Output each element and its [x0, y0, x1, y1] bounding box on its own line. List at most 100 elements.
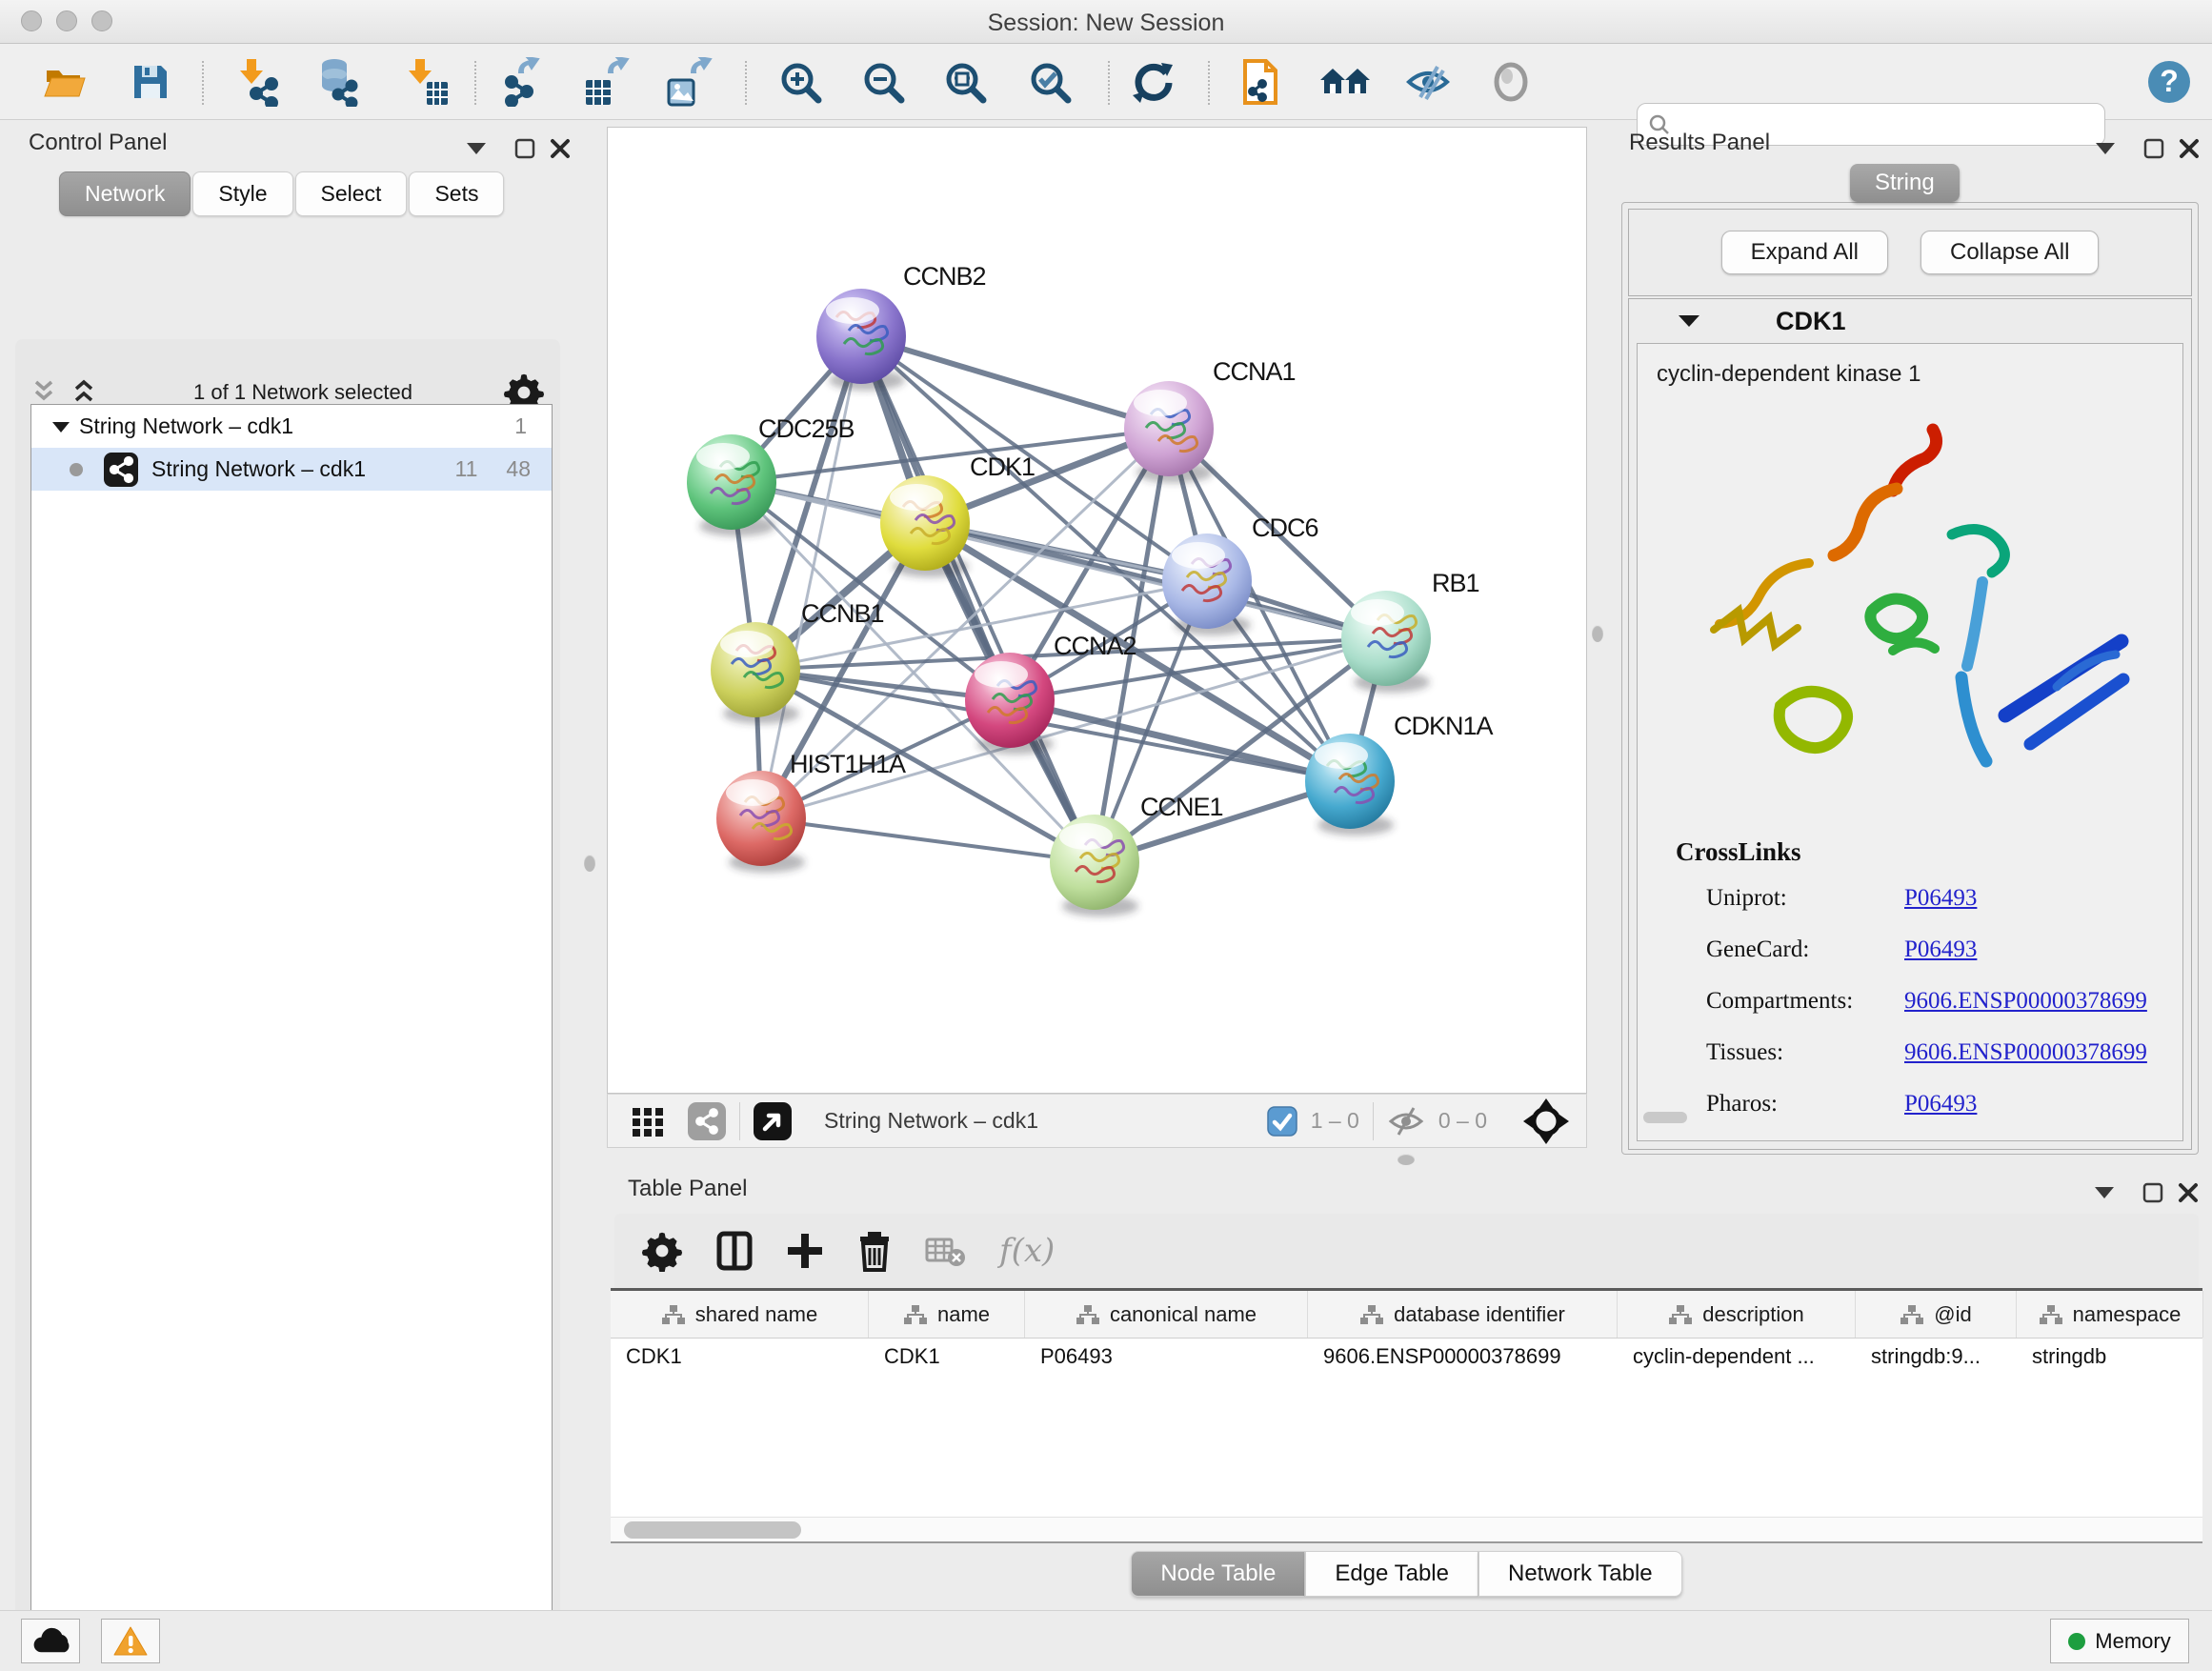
cloud-status-button[interactable]: [21, 1619, 80, 1663]
column-header-shared-name[interactable]: shared name: [611, 1291, 869, 1338]
table-cell[interactable]: 9606.ENSP00000378699: [1308, 1339, 1618, 1377]
zoom-out-button[interactable]: [855, 51, 911, 112]
expand-all-button[interactable]: Expand All: [1721, 231, 1888, 274]
column-header-canonical-name[interactable]: canonical name: [1025, 1291, 1308, 1338]
tab-sets[interactable]: Sets: [409, 171, 504, 216]
table-options-gear-icon[interactable]: [641, 1230, 683, 1272]
column-header--id[interactable]: @id: [1856, 1291, 2017, 1338]
left-splitter-handle[interactable]: [584, 855, 595, 872]
zoom-selected-button[interactable]: [1022, 51, 1077, 112]
edge-CCNB2-CCNE1[interactable]: [861, 336, 1095, 862]
export-image-button[interactable]: [662, 51, 717, 112]
expand-all-icon[interactable]: [70, 378, 103, 407]
show-all-button[interactable]: [1483, 51, 1538, 112]
section-gene-name: CDK1: [1776, 307, 1846, 336]
node-HIST1H1A[interactable]: HIST1H1A: [716, 750, 906, 873]
network-collection-row[interactable]: String Network – cdk1 1: [31, 405, 552, 448]
cdk1-section-header[interactable]: CDK1: [1629, 299, 2191, 343]
node-CCNA1[interactable]: CCNA1: [1124, 357, 1296, 483]
column-header-name[interactable]: name: [869, 1291, 1025, 1338]
crosslink-row: Compartments:9606.ENSP00000378699: [1706, 988, 2163, 1015]
section-expander-icon[interactable]: [1661, 311, 1719, 332]
table-cell[interactable]: stringdb:9...: [1856, 1339, 2017, 1377]
control-panel: Control Panel NetworkStyleSelectSets 1 o…: [10, 122, 567, 1587]
crosslink-link[interactable]: P06493: [1904, 885, 1977, 911]
tab-network-table[interactable]: Network Table: [1478, 1551, 1682, 1597]
zoom-fit-button[interactable]: [937, 51, 993, 112]
toolbar-separator: [1108, 61, 1110, 105]
zoom-out-icon: [858, 57, 908, 107]
column-header-description[interactable]: description: [1618, 1291, 1856, 1338]
hide-selected-button[interactable]: [1400, 51, 1456, 112]
crosslink-link[interactable]: 9606.ENSP00000378699: [1904, 1039, 2147, 1065]
warnings-button[interactable]: [101, 1619, 160, 1663]
tab-edge-table[interactable]: Edge Table: [1305, 1551, 1478, 1597]
export-table-button[interactable]: [579, 51, 634, 112]
table-cell[interactable]: CDK1: [869, 1339, 1025, 1377]
table-cell[interactable]: stringdb: [2017, 1339, 2203, 1377]
help-button[interactable]: ?: [2142, 51, 2197, 112]
show-columns-icon[interactable]: [715, 1230, 754, 1272]
edge-HIST1H1A-CCNE1[interactable]: [761, 818, 1095, 862]
crosslink-link[interactable]: 9606.ENSP00000378699: [1904, 988, 2147, 1014]
first-neighbors-button[interactable]: [1317, 51, 1373, 112]
table-cell[interactable]: P06493: [1025, 1339, 1308, 1377]
column-header-label: database identifier: [1394, 1302, 1565, 1327]
table-hscroll-thumb[interactable]: [624, 1521, 801, 1539]
collection-expander-icon[interactable]: [31, 417, 79, 436]
save-session-button[interactable]: [123, 51, 178, 112]
export-network-button[interactable]: [495, 51, 551, 112]
node-CCNB1[interactable]: CCNB1: [711, 599, 884, 724]
tab-network[interactable]: Network: [59, 171, 191, 216]
node-label-CDKN1A: CDKN1A: [1394, 712, 1494, 740]
network-edge-count: 48: [506, 456, 531, 482]
node-RB1[interactable]: RB1: [1341, 569, 1479, 693]
bottom-splitter-handle[interactable]: [1398, 1154, 1415, 1165]
crosslink-label: Compartments:: [1706, 988, 1904, 1015]
delete-column-trash-icon[interactable]: [856, 1230, 893, 1272]
table-hscrollbar[interactable]: [611, 1517, 2202, 1541]
node-CDC25B[interactable]: CDC25B: [687, 414, 855, 536]
edge-CCNB2-HIST1H1A[interactable]: [761, 336, 861, 818]
create-column-icon[interactable]: [786, 1230, 824, 1272]
crosslink-link[interactable]: P06493: [1904, 1091, 1977, 1117]
results-hscroll-thumb[interactable]: [1643, 1112, 1687, 1123]
control-panel-header-icons[interactable]: [467, 137, 572, 160]
column-header-namespace[interactable]: namespace: [2017, 1291, 2203, 1338]
node-CCNE1[interactable]: CCNE1: [1050, 793, 1223, 916]
tab-string[interactable]: String: [1850, 164, 1960, 202]
table-cell[interactable]: CDK1: [611, 1339, 869, 1377]
node-CDKN1A[interactable]: CDKN1A: [1305, 712, 1494, 836]
open-file-button[interactable]: [37, 51, 92, 112]
tab-node-table[interactable]: Node Table: [1131, 1551, 1305, 1597]
import-network-button[interactable]: [231, 51, 286, 112]
network-row[interactable]: String Network – cdk1 11 48: [31, 448, 552, 491]
table-row[interactable]: CDK1CDK1P064939606.ENSP00000378699cyclin…: [611, 1339, 2202, 1377]
new-network-from-selection-button[interactable]: [1233, 51, 1288, 112]
collection-label: String Network – cdk1: [79, 413, 293, 439]
collapse-all-icon[interactable]: [30, 378, 63, 407]
network-canvas[interactable]: CCNB2CCNA1CDC25BCDK1CDC6RB1CCNB1CCNA2CDK…: [607, 127, 1587, 1094]
results-panel-header-icons[interactable]: [2096, 137, 2201, 160]
birds-eye-view-icon[interactable]: [629, 1102, 667, 1140]
table-panel-header-icons[interactable]: [2095, 1181, 2200, 1204]
tab-style[interactable]: Style: [192, 171, 292, 216]
right-splitter-handle[interactable]: [1592, 625, 1603, 642]
window-title: Session: New Session: [0, 10, 2212, 37]
edge-CCNB2-CCNA1[interactable]: [861, 336, 1169, 429]
string-app-badge-icon[interactable]: [688, 1102, 726, 1140]
crosslink-link[interactable]: P06493: [1904, 936, 1977, 962]
zoom-in-button[interactable]: [773, 51, 828, 112]
collapse-all-button[interactable]: Collapse All: [1920, 231, 2099, 274]
table-cell[interactable]: cyclin-dependent ...: [1618, 1339, 1856, 1377]
fit-selected-crosshair-icon[interactable]: [1521, 1097, 1571, 1146]
import-network-icon: [233, 57, 283, 107]
memory-button[interactable]: Memory: [2050, 1619, 2189, 1663]
refresh-button[interactable]: [1126, 51, 1181, 112]
import-table-button[interactable]: [397, 51, 452, 112]
tab-select[interactable]: Select: [295, 171, 408, 216]
open-view-icon[interactable]: [754, 1102, 792, 1140]
column-header-database-identifier[interactable]: database identifier: [1308, 1291, 1618, 1338]
selected-checkbox-icon[interactable]: [1267, 1106, 1297, 1137]
import-network-from-database-button[interactable]: [311, 51, 366, 112]
